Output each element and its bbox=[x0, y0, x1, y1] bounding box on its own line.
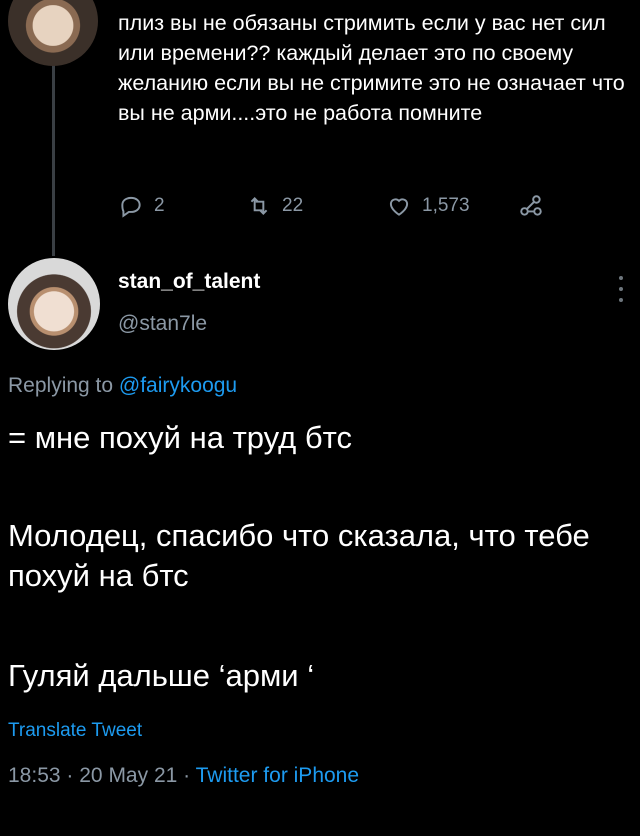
like-icon bbox=[389, 198, 409, 216]
translate-tweet-link[interactable]: Translate Tweet bbox=[8, 720, 142, 742]
author-display-name[interactable]: stan_of_talent bbox=[118, 270, 260, 294]
replying-prefix: Replying to bbox=[8, 374, 114, 397]
author-handle[interactable]: @stan7le bbox=[118, 312, 207, 336]
tweet-time: 18:53 bbox=[8, 764, 61, 787]
share-button[interactable] bbox=[518, 193, 544, 219]
retweet-button[interactable]: 22 bbox=[246, 193, 303, 219]
tweet-paragraph: Гуляй дальше ‘арми ‘ bbox=[8, 658, 315, 693]
like-button[interactable]: 1,573 bbox=[386, 193, 470, 219]
like-count: 1,573 bbox=[422, 195, 470, 216]
parent-tweet-actions: 2 22 1,573 bbox=[118, 190, 578, 222]
retweet-count: 22 bbox=[282, 195, 304, 216]
meta-separator: · bbox=[183, 764, 191, 787]
retweet-icon bbox=[250, 197, 268, 215]
replying-to-mention[interactable]: @fairykoogu bbox=[119, 374, 237, 397]
reply-count: 2 bbox=[154, 195, 165, 216]
more-icon[interactable] bbox=[616, 276, 626, 302]
reply-icon bbox=[121, 196, 141, 218]
tweet-date: 20 May 21 bbox=[79, 764, 178, 787]
tweet-source[interactable]: Twitter for iPhone bbox=[196, 764, 359, 787]
author-avatar[interactable] bbox=[8, 258, 100, 350]
parent-tweet-text: плиз вы не обязаны стримить если у вас н… bbox=[118, 11, 625, 125]
meta-separator: · bbox=[66, 764, 74, 787]
tweet-meta: 18:53 · 20 May 21 · Twitter for iPhone bbox=[8, 764, 359, 788]
tweet-paragraph: Молодец, спасибо что сказала, что тебе п… bbox=[8, 518, 590, 593]
parent-avatar[interactable] bbox=[8, 0, 98, 66]
replying-to: Replying to @fairykoogu bbox=[8, 374, 237, 398]
reply-button[interactable]: 2 bbox=[118, 193, 165, 219]
share-icon bbox=[520, 195, 542, 216]
tweet-paragraph: = мне похуй на труд бтс bbox=[8, 420, 352, 455]
thread-line bbox=[52, 60, 55, 256]
